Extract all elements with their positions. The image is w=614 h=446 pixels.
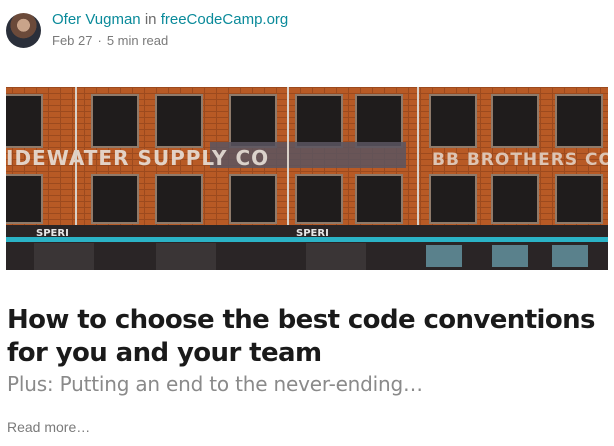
post-subtitle: Plus: Putting an end to the never-ending… bbox=[7, 372, 423, 396]
read-time: 5 min read bbox=[106, 33, 169, 48]
dateline: Feb 27 · 5 min read bbox=[52, 33, 288, 49]
byline: Ofer Vugman in freeCodeCamp.org bbox=[52, 11, 288, 29]
in-word: in bbox=[144, 11, 157, 28]
building-facade-image: IDEWATER SUPPLY CO BB BROTHERS CO SPERI … bbox=[6, 87, 608, 270]
sign-right-text: BB BROTHERS CO bbox=[432, 150, 608, 170]
door-label-left: SPERI bbox=[36, 228, 69, 239]
sign-left-text: IDEWATER SUPPLY CO bbox=[6, 146, 269, 170]
author-meta: Ofer Vugman in freeCodeCamp.org Feb 27 · 5… bbox=[52, 11, 288, 49]
door-label-right: SPERI bbox=[296, 228, 329, 239]
avatar[interactable] bbox=[6, 12, 41, 48]
post-title[interactable]: How to choose the best code conventions … bbox=[7, 304, 607, 370]
post-date: Feb 27 bbox=[52, 33, 93, 48]
post-card: Ofer Vugman in freeCodeCamp.org Feb 27 · 5… bbox=[0, 0, 614, 446]
hero-image[interactable]: IDEWATER SUPPLY CO BB BROTHERS CO SPERI … bbox=[6, 87, 608, 270]
author-row: Ofer Vugman in freeCodeCamp.org Feb 27 · 5… bbox=[6, 10, 288, 50]
publication-link[interactable]: freeCodeCamp.org bbox=[161, 11, 289, 28]
read-more-link[interactable]: Read more… bbox=[7, 418, 90, 436]
separator-dot: · bbox=[97, 33, 102, 48]
author-link[interactable]: Ofer Vugman bbox=[52, 11, 141, 28]
